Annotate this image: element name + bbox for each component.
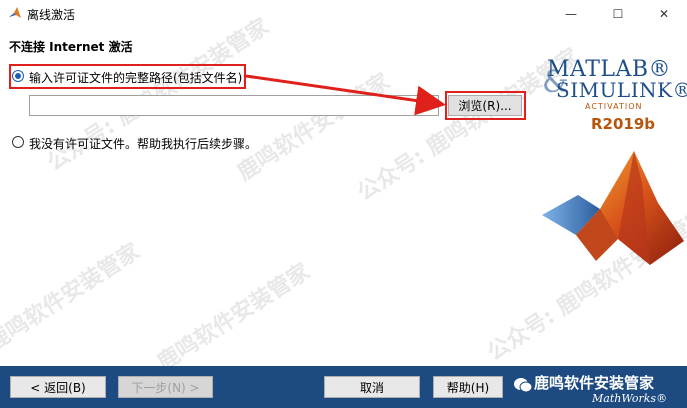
cancel-button[interactable]: 取消 bbox=[324, 376, 420, 398]
maximize-icon: ☐ bbox=[612, 7, 624, 21]
logo-simulink: SIMULINK® bbox=[556, 78, 687, 102]
matlab-membrane-icon bbox=[542, 151, 684, 265]
window-title: 离线激活 bbox=[27, 8, 76, 22]
option1-highlight-box bbox=[9, 64, 246, 89]
minimize-icon: — bbox=[565, 7, 577, 21]
mathworks-logo-text: MathWorks® bbox=[592, 392, 668, 405]
next-button[interactable]: 下一步(N) > bbox=[118, 376, 213, 398]
matlab-app-icon bbox=[9, 7, 21, 18]
maximize-button[interactable]: ☐ bbox=[595, 0, 641, 28]
minimize-button[interactable]: — bbox=[548, 0, 594, 28]
close-button[interactable]: ✕ bbox=[641, 0, 687, 28]
page-title: 不连接 Internet 激活 bbox=[9, 40, 133, 54]
watermark-brand-text: 鹿鸣软件安装管家 bbox=[534, 374, 655, 392]
title-bar: 离线激活 — ☐ ✕ bbox=[0, 0, 687, 28]
help-button[interactable]: 帮助(H) bbox=[433, 376, 503, 398]
no-license-radio[interactable] bbox=[12, 136, 24, 148]
browse-highlight-box bbox=[445, 91, 526, 120]
close-icon: ✕ bbox=[658, 7, 670, 21]
release-label: R2019b bbox=[591, 115, 656, 133]
watermark-text: 鹿鸣软件安装管家 bbox=[153, 259, 315, 376]
license-path-input[interactable] bbox=[29, 95, 439, 116]
no-license-radio-label[interactable]: 我没有许可证文件。帮助我执行后续步骤。 bbox=[29, 135, 257, 152]
back-button[interactable]: < 返回(B) bbox=[10, 376, 106, 398]
wechat-icon bbox=[514, 378, 532, 393]
logo-activation: ACTIVATION bbox=[585, 102, 643, 111]
watermark-text: 鹿鸣软件安装管家 bbox=[0, 239, 145, 356]
